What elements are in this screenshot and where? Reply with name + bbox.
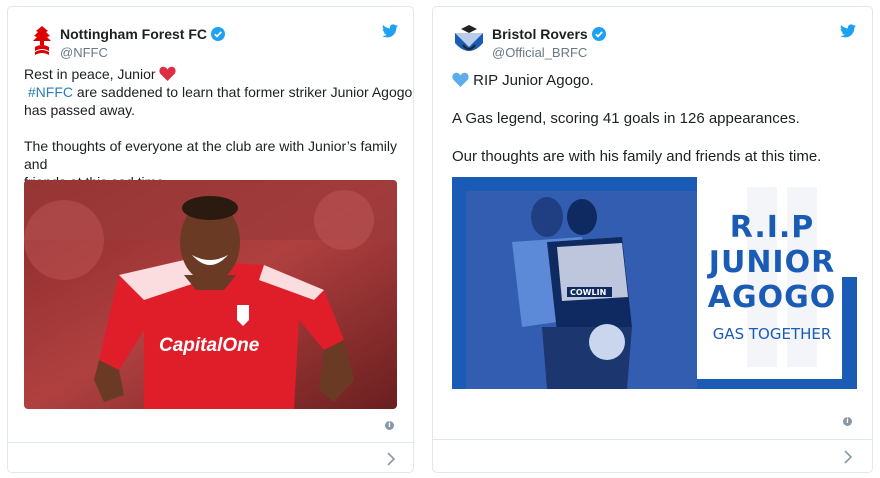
tweet-line: Our thoughts are with his family and fri… xyxy=(452,148,822,165)
tweet-line: The thoughts of everyone at the club are… xyxy=(24,138,398,172)
chevron-right-icon[interactable] xyxy=(386,452,396,466)
brfc-crest-icon[interactable] xyxy=(451,23,487,59)
rip-heading: R.I.P xyxy=(729,210,815,245)
chevron-right-icon[interactable] xyxy=(843,450,853,464)
red-heart-icon xyxy=(159,66,177,81)
info-icon[interactable]: i xyxy=(843,417,852,426)
tweet-text: Rest in peace, Junior #NFFC are saddened… xyxy=(24,65,413,191)
nffc-crest-icon[interactable] xyxy=(24,23,60,59)
display-name[interactable]: Nottingham Forest FC xyxy=(60,26,207,42)
divider xyxy=(433,439,872,440)
tweet-line: Rest in peace, Junior xyxy=(24,66,156,82)
info-icon[interactable]: i xyxy=(385,421,394,430)
tweet-line: are saddened to learn that former strike… xyxy=(73,84,413,100)
twitter-bird-icon[interactable] xyxy=(382,24,398,38)
shirt-sponsor: COWLIN xyxy=(570,288,606,297)
tweet-card-nffc[interactable]: Nottingham Forest FC @NFFC Rest in peace… xyxy=(7,6,414,473)
rip-last-name: AGOGO xyxy=(707,280,837,315)
shirt-sponsor: CapitalOne xyxy=(159,335,260,356)
rip-panel: R.I.P JUNIOR AGOGO GAS TOGETHER xyxy=(702,177,842,379)
user-handle[interactable]: @NFFC xyxy=(60,45,225,60)
tweet-line: RIP Junior Agogo. xyxy=(473,72,594,89)
tweet-graphic[interactable]: COWLIN R.I.P JUNIOR AGOGO GAS TOGETHER xyxy=(452,177,857,405)
verified-badge-icon xyxy=(211,27,225,41)
tweet-card-brfc[interactable]: Bristol Rovers @Official_BRFC RIP Junior… xyxy=(432,6,873,473)
divider xyxy=(8,442,413,443)
hashtag-link[interactable]: #NFFC xyxy=(28,84,73,100)
tweet-line: A Gas legend, scoring 41 goals in 126 ap… xyxy=(452,110,800,127)
display-name[interactable]: Bristol Rovers xyxy=(492,26,588,42)
tweet-text: RIP Junior Agogo. A Gas legend, scoring … xyxy=(452,71,821,167)
twitter-bird-icon[interactable] xyxy=(840,24,856,38)
user-handle[interactable]: @Official_BRFC xyxy=(492,45,606,60)
tweet-photo[interactable]: CapitalOne xyxy=(24,180,397,409)
gas-together-tagline: GAS TOGETHER xyxy=(712,325,832,343)
verified-badge-icon xyxy=(591,27,606,41)
rip-first-name: JUNIOR xyxy=(708,245,836,280)
blue-heart-icon xyxy=(452,72,469,87)
tweet-line: has passed away. xyxy=(24,102,136,118)
